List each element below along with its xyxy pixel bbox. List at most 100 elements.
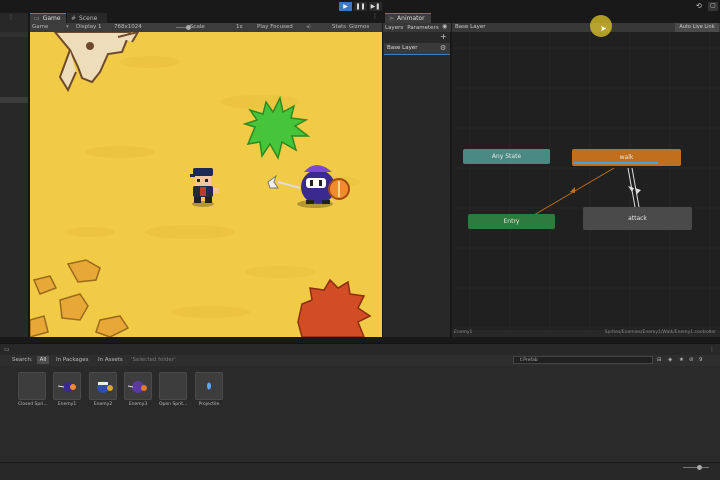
asset-thumbnail [53, 372, 81, 400]
mouse-cursor-icon: ➤ [600, 24, 607, 33]
player-sprite [190, 168, 219, 207]
state-progress-bar [574, 162, 658, 164]
tab-layers[interactable]: Layers [383, 25, 405, 31]
controller-path: Sprites/Enemies/Enemy1/Walk/Enemy1.contr… [604, 330, 716, 335]
auto-live-link-button[interactable]: Auto Live Link [675, 23, 719, 32]
step-icon: ▶❚ [370, 3, 381, 10]
filter-icon[interactable]: ⊟ [657, 357, 662, 363]
asset-label: Projectile [198, 402, 220, 407]
breadcrumb[interactable]: Base Layer [455, 24, 485, 30]
project-statusbar [0, 462, 720, 480]
selected-folder-button[interactable]: 'Selected folder' [131, 357, 176, 363]
tab-scene-label: Scene [79, 14, 98, 22]
animator-graph[interactable]: Any State walk Entry attack [452, 32, 720, 330]
state-attack[interactable]: attack [583, 207, 692, 230]
play-focused-dropdown[interactable]: Play Focused [257, 24, 293, 31]
asset-tile[interactable]: Enemy1 [53, 372, 81, 407]
rock-sprites [30, 259, 130, 337]
label-icon[interactable]: ◈ [668, 357, 672, 363]
asset-tile[interactable]: Enemy2 [89, 372, 117, 407]
mute-icon[interactable]: ◂) [306, 24, 311, 31]
thumbnail-size-slider[interactable] [683, 467, 709, 468]
state-label: Any State [491, 153, 522, 160]
gizmos-button[interactable]: Gizmos [349, 24, 369, 31]
play-button[interactable]: ▶ [339, 2, 352, 11]
play-icon: ▶ [343, 3, 348, 10]
layer-name: Base Layer [387, 45, 418, 51]
star-icon[interactable]: ★ [679, 357, 684, 363]
selected-object-name: Enemy1 [454, 330, 473, 335]
state-walk[interactable]: walk [572, 149, 681, 166]
pause-icon: ❚❚ [355, 3, 366, 10]
history-icon[interactable]: ⟲ [696, 2, 706, 11]
pause-button[interactable]: ❚❚ [354, 2, 367, 11]
red-bush-sprite [297, 278, 372, 337]
hierarchy-row-selected[interactable] [0, 97, 28, 103]
asset-thumbnail [159, 372, 187, 400]
state-any-state[interactable]: Any State [463, 149, 550, 164]
state-label: walk [619, 154, 634, 161]
visibility-icon[interactable]: ⊘ [689, 357, 694, 363]
eye-icon[interactable]: ◉ [442, 23, 447, 30]
chevron-down-icon: ▾ [66, 24, 69, 30]
step-button[interactable]: ▶❚ [369, 2, 382, 11]
animator-header: Base Layer Auto Live Link [452, 23, 720, 32]
scene-tab-icon: # [71, 14, 77, 22]
stats-button[interactable]: Stats [332, 24, 346, 31]
asset-tile[interactable]: Enemy3 [124, 372, 152, 407]
resolution-dropdown[interactable]: 768x1024 [114, 24, 142, 31]
tab-game[interactable]: ▭ Game [30, 13, 66, 23]
hierarchy-row[interactable] [0, 32, 28, 37]
asset-thumbnail [124, 372, 152, 400]
graph-grid [452, 32, 720, 330]
state-entry[interactable]: Entry [468, 214, 555, 229]
animator-tab-icon: ⋗ [389, 15, 395, 22]
asset-tile[interactable]: Closed Spri... [18, 372, 48, 407]
project-search-bar: Search: All In Packages In Assets 'Selec… [0, 355, 720, 366]
search-input[interactable]: t:Prefab [513, 356, 653, 364]
add-layer-button[interactable]: + [440, 32, 447, 41]
asset-label: Enemy2 [93, 402, 113, 407]
asset-thumbnail [195, 372, 223, 400]
more-icon[interactable]: ⋮ [372, 13, 382, 23]
tab-animator[interactable]: ⋗ Animator [385, 13, 431, 23]
tab-scene[interactable]: # Scene [67, 13, 107, 23]
asset-label: Closed Spri... [18, 402, 48, 407]
scale-value: 1x [236, 24, 243, 30]
asset-tile[interactable]: Projectile [195, 372, 223, 407]
project-tabbar: ▭ ⋮ [0, 343, 720, 355]
search-count: 9 [699, 357, 703, 363]
asset-label: Enemy3 [128, 402, 148, 407]
animator-layers-panel [383, 23, 451, 337]
state-label: attack [628, 215, 647, 222]
enemy-sprite [267, 165, 350, 208]
game-scene [30, 32, 372, 337]
game-view-toolbar: Game ▾ Display 1 768x1024 Scale 1x Play … [30, 23, 382, 32]
main-toolbar: ▶ ❚❚ ▶❚ ⟲ ▢ [0, 0, 720, 13]
animator-subtabs: Layers Parameters [383, 23, 451, 32]
asset-tile[interactable]: Open Sprit... [159, 372, 187, 407]
asset-thumbnail [18, 372, 46, 400]
gear-icon[interactable]: ⚙ [440, 44, 446, 52]
more-icon[interactable]: ⋮ [8, 14, 14, 21]
more-icon[interactable]: ⋮ [709, 346, 715, 353]
in-packages-button[interactable]: In Packages [56, 357, 89, 363]
game-tab-icon: ▭ [34, 15, 40, 22]
asset-thumbnail [89, 372, 117, 400]
layer-row-base[interactable]: Base Layer ⚙ [384, 43, 450, 55]
layout-icon[interactable]: ▢ [708, 2, 718, 11]
project-tab-icon[interactable]: ▭ [4, 346, 10, 353]
asset-label: Open Sprit... [159, 402, 188, 407]
search-all-button[interactable]: All [37, 356, 49, 364]
in-assets-button[interactable]: In Assets [98, 357, 123, 363]
game-viewport[interactable] [30, 32, 382, 337]
display-dropdown[interactable]: Display 1 [76, 24, 102, 31]
tab-animator-label: Animator [397, 15, 425, 22]
tab-parameters[interactable]: Parameters [405, 25, 440, 31]
hierarchy-panel: ⋮ [0, 13, 29, 337]
animator-footer: Enemy1 Sprites/Enemies/Enemy1/Walk/Enemy… [452, 330, 720, 337]
thumbnail-size-handle[interactable] [697, 465, 702, 470]
tab-game-label: Game [42, 15, 61, 22]
game-view-dropdown[interactable]: Game [32, 24, 48, 31]
scale-slider-handle[interactable] [186, 25, 191, 30]
